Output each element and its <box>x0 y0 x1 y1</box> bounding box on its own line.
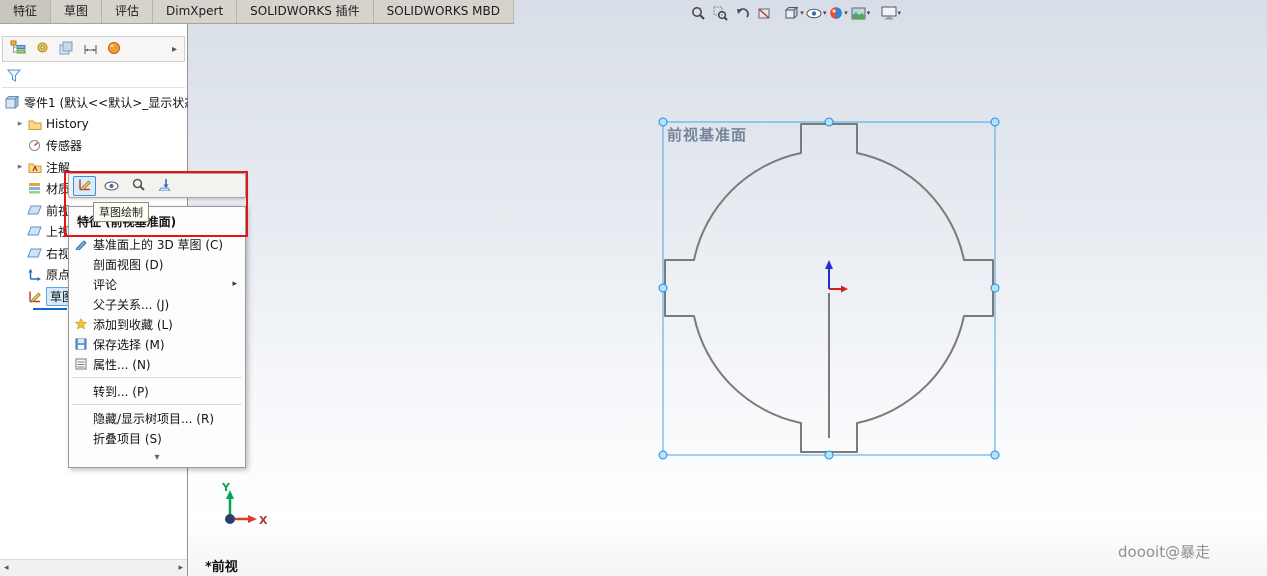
dropdown-caret[interactable]: ▾ <box>800 9 804 17</box>
view-orientation-status: *前视 <box>205 556 238 575</box>
menu-item-parent-child[interactable]: 父子关系... (J) <box>69 294 245 314</box>
plane-name-label[interactable]: 前视基准面 <box>667 124 747 145</box>
magnifier-icon <box>132 176 145 195</box>
manager-tab-toolbar: ▸ <box>2 36 185 62</box>
plane-icon <box>26 203 43 218</box>
part-icon <box>4 95 21 110</box>
menu-expand-chevron[interactable]: ▾ <box>69 448 245 465</box>
tab-solidworks-mbd[interactable]: SOLIDWORKS MBD <box>374 0 514 23</box>
watermark-text: doooit@暴走 <box>1118 541 1210 562</box>
dropdown-caret[interactable]: ▾ <box>867 9 871 17</box>
zoom-to-selection-button[interactable] <box>127 176 150 196</box>
sketch-tool-button[interactable] <box>73 176 96 196</box>
tree-filter-row[interactable] <box>2 66 185 88</box>
menu-separator <box>72 377 242 378</box>
apply-scene-icon[interactable]: ▾ <box>851 4 871 22</box>
tab-solidworks-addins[interactable]: SOLIDWORKS 插件 <box>237 0 373 23</box>
menu-item-3d-sketch-on-plane[interactable]: 基准面上的 3D 草图 (C) <box>69 234 245 254</box>
menu-item-properties[interactable]: 属性... (N) <box>69 354 245 374</box>
sketch-tool-icon <box>78 176 92 195</box>
solidworks-window: Y X 前视基准面 *前视 doooit@暴走 特征 草图 评估 DimXper… <box>0 0 1267 576</box>
display-style-icon[interactable]: ▾ <box>784 4 804 22</box>
dimxpertmanager-icon[interactable] <box>83 40 98 59</box>
section-view-icon[interactable] <box>754 4 774 22</box>
tree-item-label: 原点 <box>46 266 70 283</box>
tab-features[interactable]: 特征 <box>0 0 51 23</box>
commandmanager-tabstrip: 特征 草图 评估 DimXpert SOLIDWORKS 插件 SOLIDWOR… <box>0 0 514 24</box>
submenu-arrow-icon: ▸ <box>232 279 237 289</box>
normal-to-button[interactable] <box>154 176 177 196</box>
hide-show-button[interactable] <box>100 176 123 196</box>
tooltip-sketch: 草图绘制 <box>93 202 149 222</box>
sensor-icon <box>26 138 43 153</box>
menu-item-comment[interactable]: 评论 ▸ <box>69 274 245 294</box>
panel-horizontal-scrollbar[interactable]: ◂ ▸ <box>0 559 187 576</box>
filter-funnel-icon[interactable] <box>7 67 21 86</box>
tab-sketch[interactable]: 草图 <box>51 0 102 23</box>
propertymanager-icon[interactable] <box>35 40 50 59</box>
origin-icon <box>26 267 43 282</box>
tab-evaluate[interactable]: 评估 <box>102 0 153 23</box>
tree-root-part[interactable]: 零件1 (默认<<默认>_显示状态 <box>0 92 188 112</box>
tree-item-label: 传感器 <box>46 137 82 154</box>
menu-separator <box>72 404 242 405</box>
dropdown-caret[interactable]: ▾ <box>844 9 848 17</box>
tree-item-label: 注解 <box>46 159 70 176</box>
properties-icon <box>69 358 93 370</box>
edit-appearance-icon[interactable]: ▾ <box>829 4 849 22</box>
hide-show-items-icon[interactable]: ▾ <box>806 4 827 22</box>
plane-icon <box>26 224 43 239</box>
configurationmanager-icon[interactable] <box>59 40 74 59</box>
favorite-star-icon <box>69 318 93 330</box>
tab-dimxpert[interactable]: DimXpert <box>153 0 237 23</box>
expand-arrow-icon[interactable]: ▸ <box>14 119 26 129</box>
expand-arrow-icon[interactable]: ▸ <box>14 162 26 172</box>
context-menu: 特征 (前视基准面) 基准面上的 3D 草图 (C) 剖面视图 (D) 评论 ▸… <box>68 206 246 468</box>
rollback-bar[interactable] <box>33 308 67 310</box>
tree-item-label: History <box>46 117 89 131</box>
featuremanager-tree-icon[interactable] <box>10 40 26 59</box>
plane-icon <box>26 246 43 261</box>
scroll-right-arrow[interactable]: ▸ <box>178 563 183 573</box>
menu-item-hide-show-tree-items[interactable]: 隐藏/显示树项目... (R) <box>69 408 245 428</box>
normal-to-icon <box>159 176 173 195</box>
dropdown-caret[interactable]: ▾ <box>898 9 902 17</box>
menu-item-go-to[interactable]: 转到... (P) <box>69 381 245 401</box>
menu-item-collapse-items[interactable]: 折叠项目 (S) <box>69 428 245 448</box>
panel-expand-chevron[interactable]: ▸ <box>172 44 177 55</box>
dropdown-caret[interactable]: ▾ <box>823 9 827 17</box>
tree-item-history[interactable]: ▸ History <box>0 114 188 134</box>
tree-item-sensors[interactable]: 传感器 <box>0 135 188 155</box>
context-toolbar <box>68 173 246 198</box>
tree-root-label: 零件1 (默认<<默认>_显示状态 <box>24 94 188 111</box>
tree-item-label: 材质 <box>46 180 70 197</box>
menu-item-section-view[interactable]: 剖面视图 (D) <box>69 254 245 274</box>
zoom-area-icon[interactable] <box>710 4 730 22</box>
annotations-folder-icon <box>26 160 43 175</box>
history-folder-icon <box>26 117 43 132</box>
3d-sketch-icon <box>69 238 93 250</box>
eye-icon <box>104 176 119 195</box>
previous-view-icon[interactable] <box>732 4 752 22</box>
material-icon <box>26 181 43 196</box>
menu-item-save-selection[interactable]: 保存选择 (M) <box>69 334 245 354</box>
displaymanager-icon[interactable] <box>107 40 121 59</box>
view-settings-icon[interactable]: ▾ <box>881 4 902 22</box>
heads-up-toolbar: ▾ ▾ ▾ ▾ ▾ <box>688 3 901 23</box>
sketch-icon <box>26 289 43 304</box>
save-selection-icon <box>69 338 93 350</box>
menu-item-add-to-favorites[interactable]: 添加到收藏 (L) <box>69 314 245 334</box>
zoom-fit-icon[interactable] <box>688 4 708 22</box>
scroll-left-arrow[interactable]: ◂ <box>4 563 9 573</box>
